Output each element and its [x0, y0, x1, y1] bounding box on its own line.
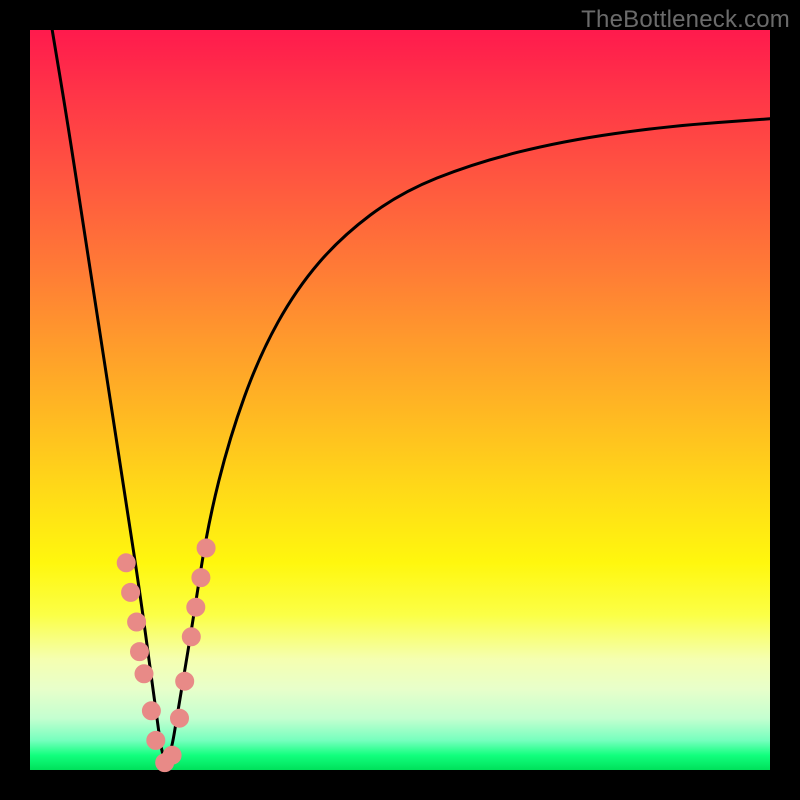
marker-dot — [147, 731, 165, 749]
marker-dot — [135, 665, 153, 683]
marker-dot — [176, 672, 194, 690]
marker-dot — [163, 746, 181, 764]
marker-dot — [117, 554, 135, 572]
marker-dot — [122, 583, 140, 601]
marker-group — [117, 539, 215, 772]
marker-dot — [142, 702, 160, 720]
marker-dot — [131, 643, 149, 661]
marker-dot — [182, 628, 200, 646]
marker-dot — [171, 709, 189, 727]
marker-dot — [192, 569, 210, 587]
marker-dot — [197, 539, 215, 557]
chart-frame: TheBottleneck.com — [0, 0, 800, 800]
bottleneck-curve — [52, 30, 770, 759]
watermark-text: TheBottleneck.com — [581, 6, 790, 34]
marker-dot — [187, 598, 205, 616]
chart-svg — [30, 30, 770, 770]
marker-dot — [128, 613, 146, 631]
plot-area — [30, 30, 770, 770]
